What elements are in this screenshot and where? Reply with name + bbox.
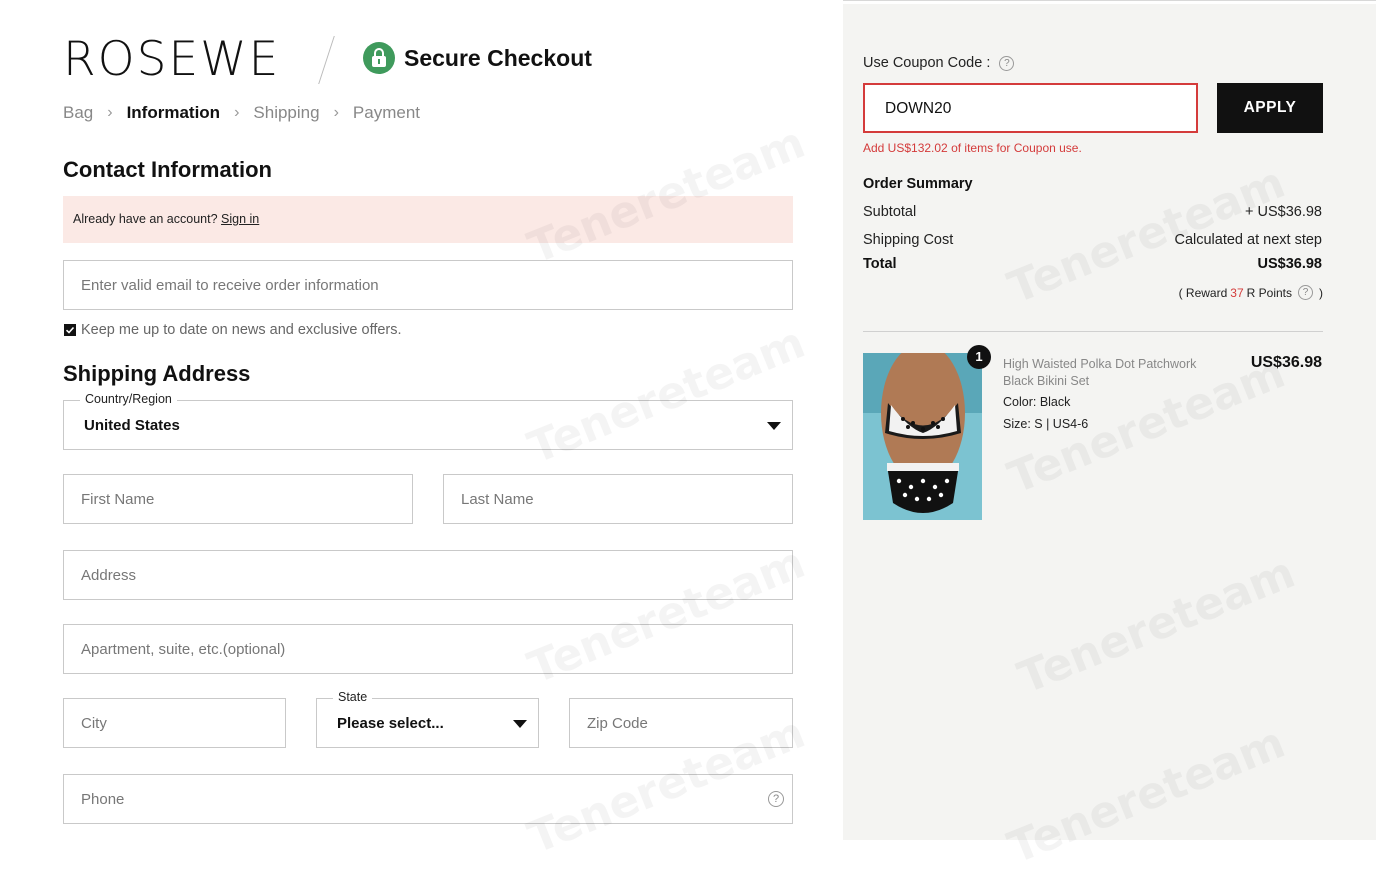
account-prompt: Already have an account? (73, 212, 218, 226)
state-value: Please select... (337, 715, 444, 732)
state-select[interactable]: State Please select... (316, 690, 539, 748)
checkout-form-column: ROSEWE Secure Checkout Bag › Information… (0, 0, 843, 840)
first-name-field[interactable]: First Name (63, 474, 413, 524)
email-placeholder: Enter valid email to receive order infor… (81, 277, 379, 294)
help-icon[interactable]: ? (768, 791, 784, 807)
country-select[interactable]: Country/Region United States (63, 392, 793, 450)
subtotal-row: Subtotal + US$36.98 (863, 204, 1322, 220)
country-value: United States (84, 417, 180, 434)
brand-logo[interactable]: ROSEWE (63, 36, 280, 83)
address-field[interactable]: Address (63, 550, 793, 600)
shipping-address-heading: Shipping Address (63, 361, 251, 386)
product-size: Size: S | US4-6 (1003, 417, 1089, 431)
product-name[interactable]: High Waisted Polka Dot Patchwork Black B… (1003, 356, 1223, 390)
first-name-placeholder: First Name (81, 491, 155, 508)
sign-in-notice: Already have an account? Sign in (63, 196, 793, 243)
header-divider (318, 36, 335, 84)
country-legend: Country/Region (80, 392, 177, 406)
last-name-field[interactable]: Last Name (443, 474, 793, 524)
chevron-right-icon: › (234, 104, 240, 121)
subtotal-value: + US$36.98 (1245, 204, 1322, 220)
apply-coupon-button[interactable]: APPLY (1217, 83, 1323, 133)
newsletter-option[interactable]: Keep me up to date on news and exclusive… (63, 322, 402, 338)
summary-divider (863, 331, 1323, 332)
address-placeholder: Address (81, 567, 137, 584)
total-row: Total US$36.98 (863, 256, 1322, 272)
coupon-error-message: Add US$132.02 of items for Coupon use. (863, 141, 1082, 155)
coupon-code-input[interactable]: DOWN20 (863, 83, 1198, 133)
state-legend: State (333, 690, 373, 704)
total-label: Total (863, 256, 897, 272)
help-icon[interactable]: ? (1298, 285, 1313, 300)
quantity-badge: 1 (967, 345, 991, 369)
secure-checkout-title: Secure Checkout (404, 45, 592, 71)
reward-points: ( Reward 37 R Points ? ) (1179, 285, 1323, 300)
coupon-label-text: Use Coupon Code : (863, 55, 991, 71)
chevron-right-icon: › (333, 104, 339, 121)
order-summary-title: Order Summary (863, 176, 973, 192)
apartment-field[interactable]: Apartment, suite, etc.(optional) (63, 624, 793, 674)
zip-code-field[interactable]: Zip Code (569, 698, 793, 748)
help-icon[interactable]: ? (999, 55, 1015, 71)
subtotal-label: Subtotal (863, 204, 917, 220)
reward-suffix: R Points (1246, 285, 1292, 300)
reward-prefix: ( Reward (1178, 285, 1228, 300)
product-price: US$36.98 (1250, 354, 1322, 371)
coupon-label: Use Coupon Code : ? (863, 55, 1015, 71)
caret-down-icon (513, 720, 527, 728)
breadcrumb-shipping: Shipping (253, 103, 320, 122)
last-name-placeholder: Last Name (461, 491, 534, 508)
caret-down-icon (767, 422, 781, 430)
breadcrumb-bag[interactable]: Bag (63, 103, 93, 123)
chevron-right-icon: › (107, 104, 113, 121)
zip-code-placeholder: Zip Code (587, 715, 648, 732)
newsletter-label: Keep me up to date on news and exclusive… (81, 322, 402, 338)
reward-close: ) (1319, 285, 1323, 300)
city-placeholder: City (81, 715, 107, 732)
contact-information-heading: Contact Information (63, 157, 272, 182)
newsletter-checkbox[interactable] (64, 324, 76, 336)
product-color: Color: Black (1003, 395, 1071, 409)
breadcrumb: Bag › Information › Shipping › Payment (63, 103, 420, 123)
lock-icon (363, 42, 395, 74)
product-thumbnail[interactable] (863, 353, 982, 520)
sign-in-link[interactable]: Sign in (221, 212, 259, 226)
breadcrumb-payment: Payment (352, 103, 420, 122)
breadcrumb-information: Information (126, 103, 221, 122)
reward-points-value: 37 (1230, 285, 1244, 300)
city-field[interactable]: City (63, 698, 286, 748)
apartment-placeholder: Apartment, suite, etc.(optional) (81, 641, 286, 658)
shipping-cost-value: Calculated at next step (1174, 232, 1322, 248)
shipping-cost-row: Shipping Cost Calculated at next step (863, 232, 1322, 248)
phone-placeholder: Phone (81, 791, 125, 808)
email-field[interactable]: Enter valid email to receive order infor… (63, 260, 793, 310)
phone-field[interactable]: Phone ? (63, 774, 793, 824)
total-value: US$36.98 (1257, 256, 1323, 272)
shipping-cost-label: Shipping Cost (863, 232, 954, 248)
